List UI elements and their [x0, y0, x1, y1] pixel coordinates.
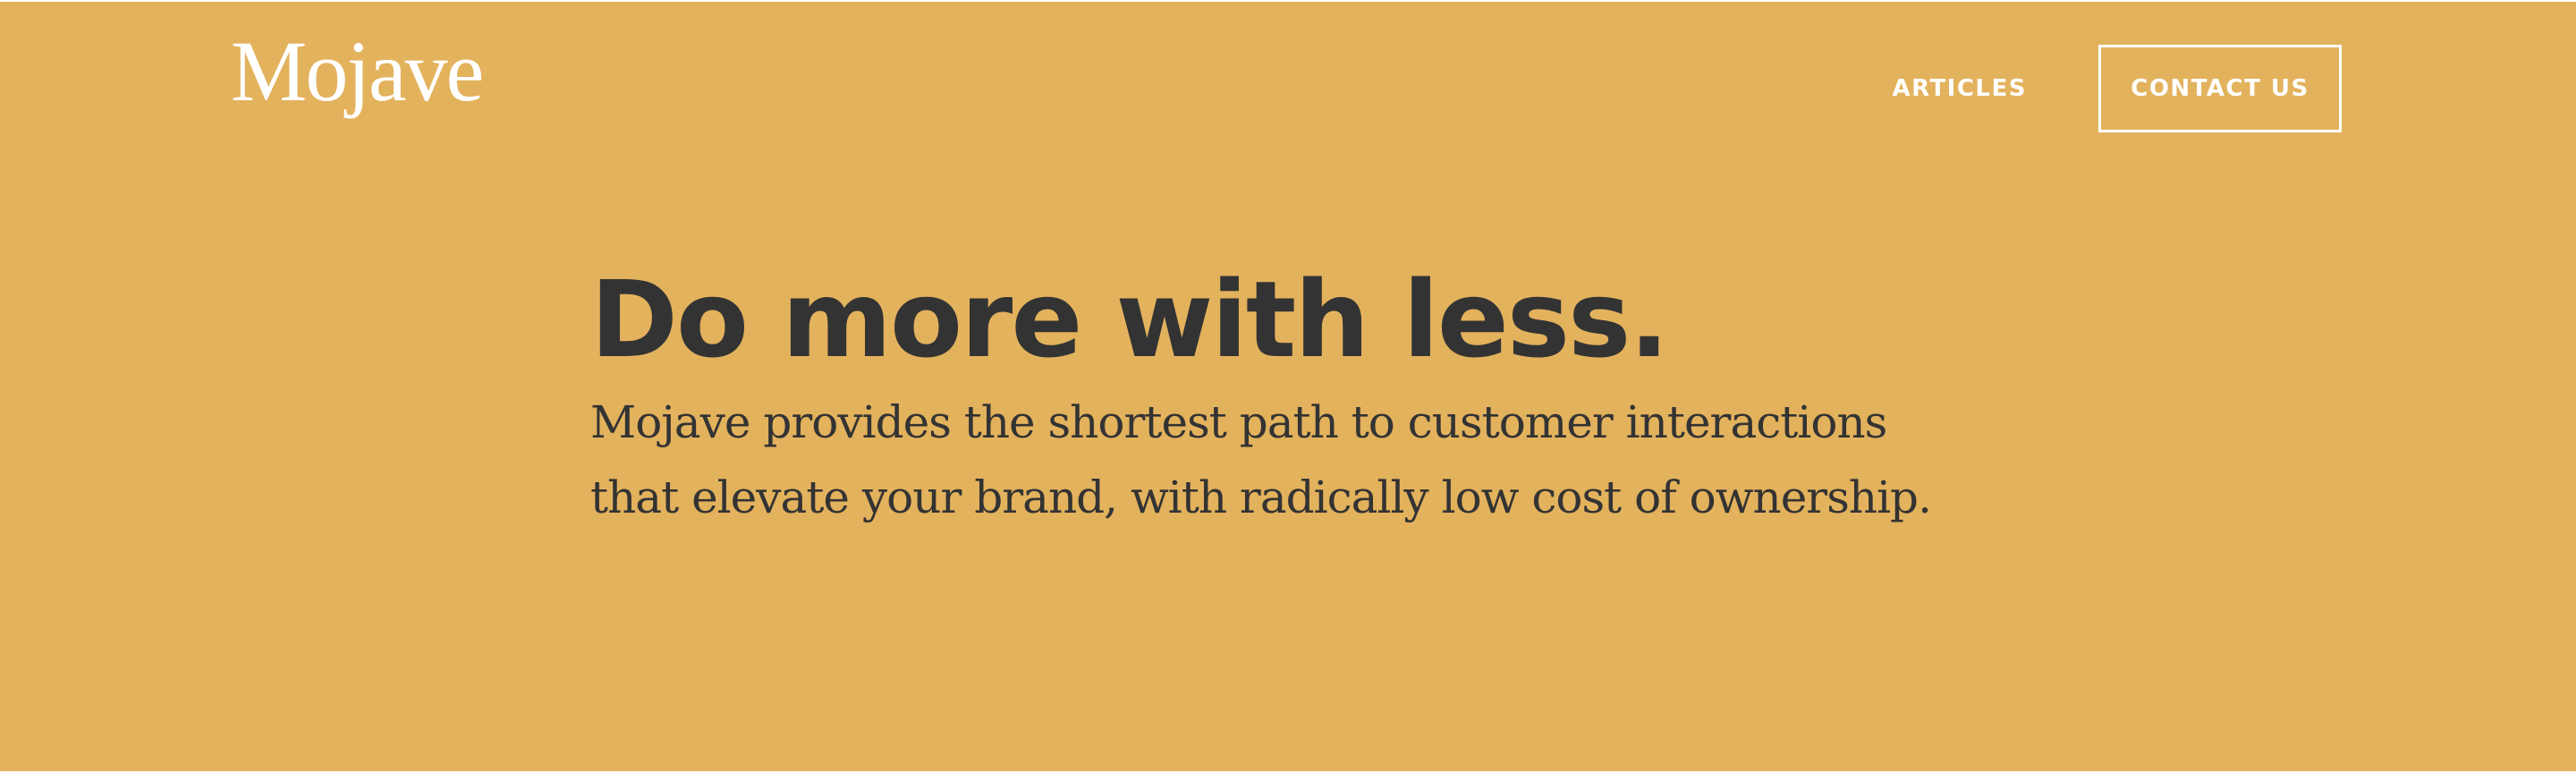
main-nav: ARTICLES CONTACT US — [1892, 45, 2342, 132]
hero-section: Mojave ARTICLES CONTACT US Do more with … — [0, 2, 2576, 771]
logo-link[interactable]: Mojave — [231, 29, 484, 115]
contact-us-button[interactable]: CONTACT US — [2098, 45, 2342, 132]
hero-description: Mojave provides the shortest path to cus… — [590, 396, 1932, 523]
hero-content: Do more with less. Mojave provides the s… — [590, 261, 2039, 535]
nav-articles-link[interactable]: ARTICLES — [1892, 75, 2027, 102]
hero-title: Do more with less. — [590, 258, 1669, 381]
